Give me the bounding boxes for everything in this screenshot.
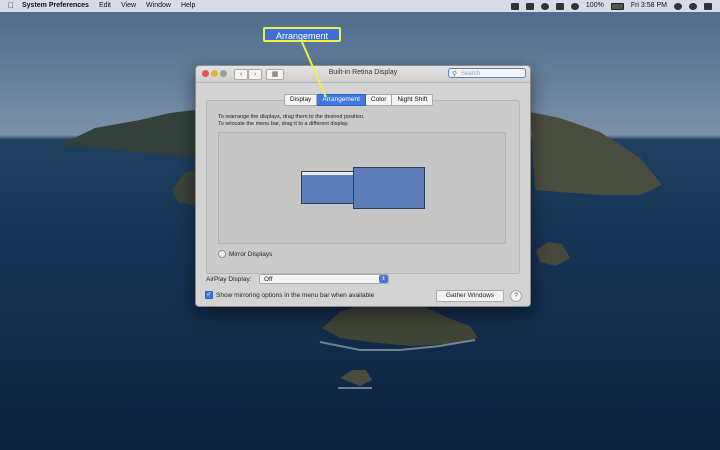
mirror-displays-option[interactable]: Mirror Displays: [218, 250, 272, 258]
spotlight-icon[interactable]: [674, 2, 682, 10]
tab-bar: Display Arrangement Color Night Shift: [284, 94, 434, 106]
apple-menu-icon[interactable]: : [8, 0, 14, 12]
time-machine-icon[interactable]: [540, 2, 549, 10]
menu-clock[interactable]: Fri 3:58 PM: [631, 0, 667, 12]
search-placeholder: Search: [461, 71, 481, 77]
volume-icon[interactable]: [570, 2, 579, 10]
gather-windows-button[interactable]: Gather Windows: [436, 290, 504, 302]
wifi-icon[interactable]: [555, 2, 564, 10]
window-titlebar[interactable]: ‹ › ▦ Built-in Retina Display ⚲ Search: [196, 66, 530, 83]
airplay-icon[interactable]: [525, 2, 534, 10]
airplay-display-value: Off: [264, 276, 273, 283]
instructions-line-2: To relocate the menu bar, drag it to a d…: [218, 121, 349, 127]
menu-bar:  System Preferences Edit View Window He…: [0, 0, 720, 12]
menu-window[interactable]: Window: [146, 0, 171, 12]
battery-icon[interactable]: [610, 2, 624, 10]
airplay-display-label: AirPlay Display:: [206, 276, 252, 283]
display-arrangement-area: [218, 132, 506, 244]
menu-bar-handle[interactable]: [302, 172, 354, 175]
notification-center-icon[interactable]: [704, 2, 712, 10]
display-thumbnail-main[interactable]: [301, 171, 355, 204]
chevron-updown-icon: ⇕: [379, 275, 388, 283]
menu-app-name[interactable]: System Preferences: [22, 0, 89, 12]
printer-icon[interactable]: [510, 2, 519, 10]
tab-color[interactable]: Color: [365, 94, 393, 106]
show-mirroring-label: Show mirroring options in the menu bar w…: [216, 291, 375, 299]
menu-extras: 100% Fri 3:58 PM: [510, 0, 712, 12]
menu-help[interactable]: Help: [181, 0, 195, 12]
arrangement-instructions: To rearrange the displays, drag them to …: [218, 114, 364, 128]
mirror-displays-checkbox[interactable]: [218, 250, 226, 258]
instructions-line-1: To rearrange the displays, drag them to …: [218, 114, 365, 120]
displays-preferences-window: ‹ › ▦ Built-in Retina Display ⚲ Search D…: [195, 65, 531, 307]
mirroring-options-row[interactable]: ✓ Show mirroring options in the menu bar…: [205, 291, 374, 299]
tab-night-shift[interactable]: Night Shift: [392, 94, 434, 106]
menu-edit[interactable]: Edit: [99, 0, 111, 12]
display-thumbnail-secondary[interactable]: [353, 167, 425, 209]
tab-display[interactable]: Display: [284, 94, 318, 106]
airplay-display-select[interactable]: Off ⇕: [259, 274, 389, 284]
menu-view[interactable]: View: [121, 0, 136, 12]
arrangement-callout-label: Arrangement: [263, 27, 341, 42]
battery-percentage: 100%: [585, 2, 604, 9]
search-icon: ⚲: [452, 71, 458, 78]
show-mirroring-checkbox[interactable]: ✓: [205, 291, 213, 299]
tab-arrangement[interactable]: Arrangement: [317, 94, 366, 106]
mirror-displays-label: Mirror Displays: [229, 250, 273, 258]
help-button[interactable]: ?: [510, 290, 522, 302]
search-field[interactable]: ⚲ Search: [448, 68, 526, 78]
user-icon[interactable]: [689, 2, 697, 10]
